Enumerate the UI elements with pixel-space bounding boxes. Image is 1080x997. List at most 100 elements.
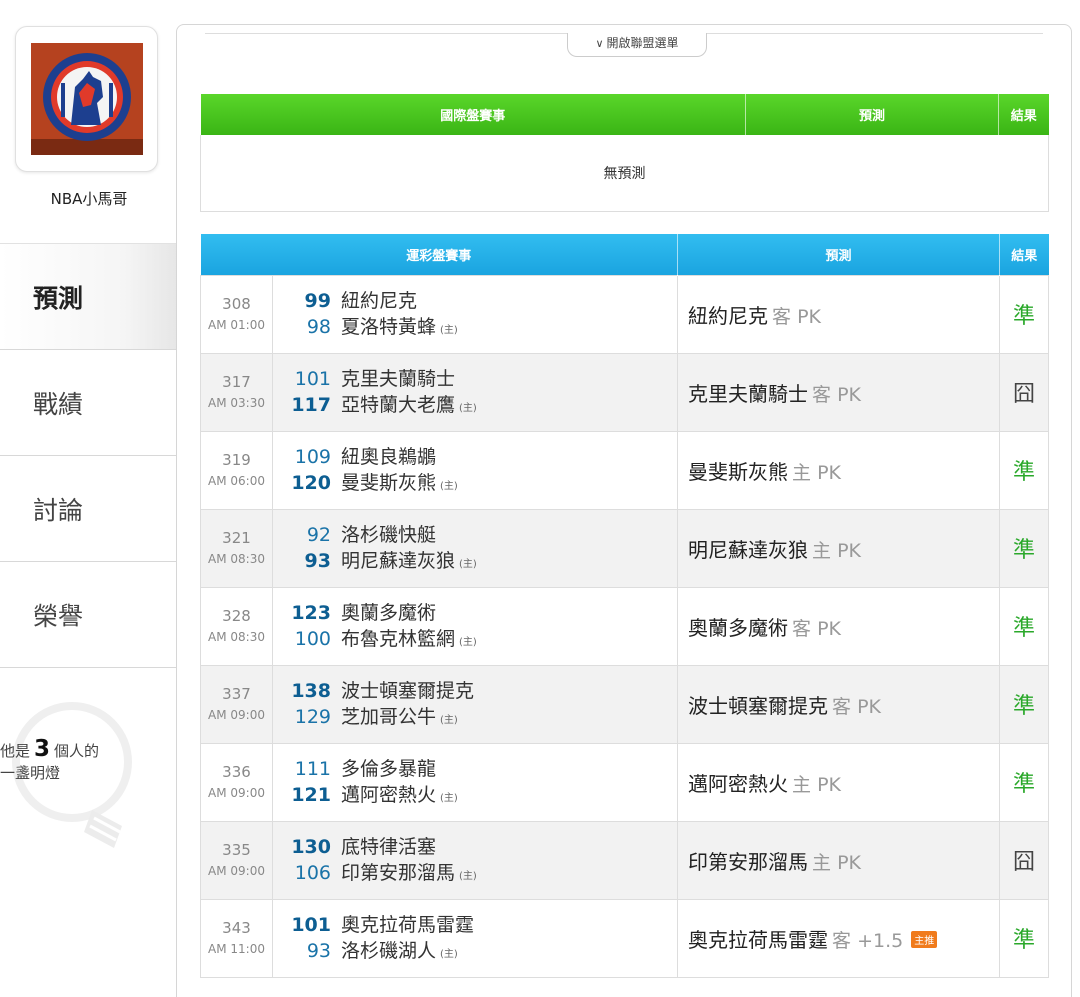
home-team-name[interactable]: 芝加哥公牛 — [341, 706, 436, 728]
away-team-name[interactable]: 多倫多暴龍 — [341, 758, 436, 780]
user-name[interactable]: NBA小馬哥 — [0, 188, 178, 209]
table-row[interactable]: 328 AM 08:30 123 奧蘭多魔術 100 布魯克林籃網 (主) 奧蘭多魔術客 PK… — [200, 586, 1050, 666]
guiding-light-widget: 他是 3 個人的 一盞明燈 — [0, 700, 178, 870]
side-label: 主 — [792, 773, 812, 796]
side-label: 客 — [832, 929, 852, 952]
away-team-name[interactable]: 奧蘭多魔術 — [341, 602, 436, 624]
table-row[interactable]: 336 AM 09:00 111 多倫多暴龍 121 邁阿密熱火 (主) 邁阿密熱火主 PK 準 — [200, 742, 1050, 822]
home-team-name[interactable]: 曼斐斯灰熊 — [341, 472, 436, 494]
predicted-team[interactable]: 奧克拉荷馬雷霆 — [688, 928, 828, 952]
game-time: AM 03:30 — [208, 396, 265, 410]
away-team-line: 101 克里夫蘭騎士 — [283, 366, 677, 392]
result-cell: 準 — [999, 508, 1050, 588]
result-cell: 準 — [999, 274, 1050, 354]
home-score: 98 — [306, 316, 331, 338]
home-team-name[interactable]: 布魯克林籃網 — [341, 628, 455, 650]
predicted-team[interactable]: 印第安那溜馬 — [688, 850, 808, 874]
featured-pick-badge: 主推 — [911, 930, 938, 948]
away-team-line: 130 底特律活塞 — [283, 834, 677, 860]
home-score: 93 — [306, 940, 331, 962]
table-row[interactable]: 317 AM 03:30 101 克里夫蘭騎士 117 亞特蘭大老鷹 (主) 克里夫蘭騎士客 … — [200, 352, 1050, 432]
away-team-name[interactable]: 波士頓塞爾提克 — [341, 680, 474, 702]
away-team-name[interactable]: 底特律活塞 — [341, 836, 436, 858]
home-team-name[interactable]: 明尼蘇達灰狼 — [341, 550, 455, 572]
home-team-name[interactable]: 印第安那溜馬 — [341, 862, 455, 884]
nav-item-record[interactable]: 戰績 — [0, 350, 178, 456]
game-number: 335 — [222, 841, 251, 859]
intl-predictions-table: 國際盤賽事 預測 結果 無預測 — [200, 94, 1049, 212]
spread-line: PK — [797, 305, 821, 328]
prediction-cell: 印第安那溜馬主 PK — [677, 820, 1001, 900]
game-number: 317 — [222, 373, 251, 391]
spread-line: +1.5 — [857, 929, 904, 952]
side-nav: 預測 戰績 討論 榮譽 — [0, 243, 178, 668]
home-tag: (主) — [459, 637, 477, 648]
home-score: 120 — [291, 472, 331, 494]
spread-line: PK — [857, 695, 881, 718]
home-tag: (主) — [440, 949, 458, 960]
table-row[interactable]: 343 AM 11:00 101 奧克拉荷馬雷霆 93 洛杉磯湖人 (主) 奧克拉荷馬雷霆客 … — [200, 898, 1050, 978]
col-header-prediction: 預測 — [677, 234, 1001, 275]
avatar-card[interactable] — [15, 26, 158, 172]
game-id-cell: 319 AM 06:00 — [200, 430, 273, 510]
away-team-name[interactable]: 克里夫蘭騎士 — [341, 368, 455, 390]
league-menu-label: 開啟聯盟選單 — [606, 36, 679, 50]
home-team-name[interactable]: 洛杉磯湖人 — [341, 940, 436, 962]
lamp-prefix: 他是 — [0, 742, 31, 760]
away-team-name[interactable]: 奧克拉荷馬雷霆 — [341, 914, 474, 936]
result-cell: 準 — [999, 664, 1050, 744]
avatar[interactable] — [30, 43, 143, 155]
side-label: 客 — [832, 695, 852, 718]
home-score: 93 — [304, 550, 331, 572]
predicted-team[interactable]: 奧蘭多魔術 — [688, 616, 788, 640]
predicted-side: 客 PK — [812, 384, 861, 406]
game-time: AM 09:00 — [208, 864, 265, 878]
league-menu-toggle[interactable]: ∨ 開啟聯盟選單 — [567, 33, 707, 57]
home-team-name[interactable]: 亞特蘭大老鷹 — [341, 394, 455, 416]
game-time: AM 09:00 — [208, 786, 265, 800]
home-team-line: 93 明尼蘇達灰狼 (主) — [283, 548, 677, 574]
table-row[interactable]: 308 AM 01:00 99 紐約尼克 98 夏洛特黃蜂 (主) 紐約尼克客 PK 準 — [200, 274, 1050, 354]
predicted-team[interactable]: 紐約尼克 — [688, 304, 768, 328]
game-time: AM 08:30 — [208, 552, 265, 566]
predicted-side: 客 PK — [772, 306, 821, 328]
predicted-team[interactable]: 明尼蘇達灰狼 — [688, 538, 808, 562]
nav-item-honors[interactable]: 榮譽 — [0, 562, 178, 668]
result-cell: 囧 — [999, 820, 1050, 900]
away-score: 123 — [291, 602, 331, 624]
home-tag: (主) — [459, 871, 477, 882]
game-number: 308 — [222, 295, 251, 313]
table-row[interactable]: 337 AM 09:00 138 波士頓塞爾提克 129 芝加哥公牛 (主) 波士頓塞爾提克客… — [200, 664, 1050, 744]
away-team-name[interactable]: 洛杉磯快艇 — [341, 524, 436, 546]
home-team-line: 93 洛杉磯湖人 (主) — [283, 938, 677, 964]
nav-item-predictions[interactable]: 預測 — [0, 243, 178, 350]
home-tag: (主) — [440, 793, 458, 804]
matchup-cell: 111 多倫多暴龍 121 邁阿密熱火 (主) — [271, 742, 679, 822]
table-row[interactable]: 321 AM 08:30 92 洛杉磯快艇 93 明尼蘇達灰狼 (主) 明尼蘇達灰狼主 PK 準 — [200, 508, 1050, 588]
table-row[interactable]: 335 AM 09:00 130 底特律活塞 106 印第安那溜馬 (主) 印第安那溜馬主 P… — [200, 820, 1050, 900]
predicted-side: 主 PK — [812, 852, 861, 874]
nav-item-discussion[interactable]: 討論 — [0, 456, 178, 562]
home-team-name[interactable]: 邁阿密熱火 — [341, 784, 436, 806]
game-id-cell: 328 AM 08:30 — [200, 586, 273, 666]
predicted-team[interactable]: 邁阿密熱火 — [688, 772, 788, 796]
predicted-team[interactable]: 克里夫蘭騎士 — [688, 382, 808, 406]
table-row[interactable]: 319 AM 06:00 109 紐奧良鵜鶘 120 曼斐斯灰熊 (主) 曼斐斯灰熊主 PK 準 — [200, 430, 1050, 510]
game-id-cell: 336 AM 09:00 — [200, 742, 273, 822]
away-team-name[interactable]: 紐約尼克 — [341, 290, 417, 312]
away-score: 130 — [291, 836, 331, 858]
col-header-tw-game: 運彩盤賽事 — [200, 234, 679, 275]
away-team-name[interactable]: 紐奧良鵜鶘 — [341, 446, 436, 468]
spread-line: PK — [817, 461, 841, 484]
predicted-team[interactable]: 曼斐斯灰熊 — [688, 460, 788, 484]
predicted-side: 主 PK — [812, 540, 861, 562]
side-label: 主 — [812, 539, 832, 562]
away-team-line: 123 奧蘭多魔術 — [283, 600, 677, 626]
matchup-cell: 109 紐奧良鵜鶘 120 曼斐斯灰熊 (主) — [271, 430, 679, 510]
game-number: 328 — [222, 607, 251, 625]
away-score: 92 — [306, 524, 331, 546]
home-team-name[interactable]: 夏洛特黃蜂 — [341, 316, 436, 338]
home-team-line: 100 布魯克林籃網 (主) — [283, 626, 677, 652]
home-score: 100 — [294, 628, 331, 650]
predicted-team[interactable]: 波士頓塞爾提克 — [688, 694, 828, 718]
